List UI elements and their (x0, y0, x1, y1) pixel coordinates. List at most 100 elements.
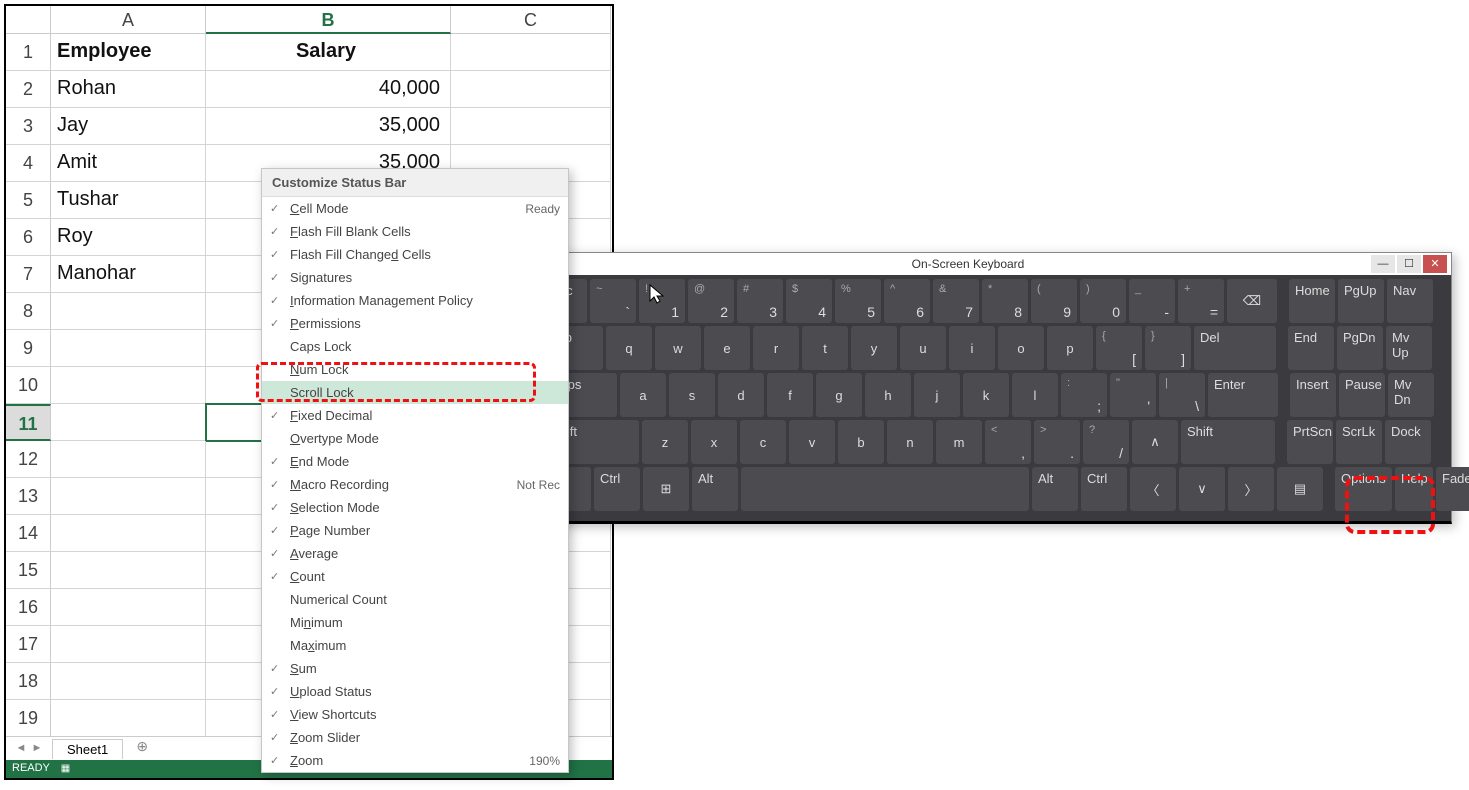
row-header[interactable]: 7 (6, 256, 51, 293)
cell-B2[interactable]: 40,000 (206, 71, 451, 108)
key-h[interactable]: h (865, 373, 911, 417)
key-4[interactable]: $4 (786, 279, 832, 323)
row-header[interactable]: 11 (6, 404, 51, 441)
key-s[interactable]: s (669, 373, 715, 417)
row-header[interactable]: 14 (6, 515, 51, 552)
row-header[interactable]: 8 (6, 293, 51, 330)
key-y[interactable]: y (851, 326, 897, 370)
cell-A2[interactable]: Rohan (51, 71, 206, 108)
menu-item-permissions[interactable]: ✓Permissions (262, 312, 568, 335)
row-header[interactable]: 15 (6, 552, 51, 589)
key-key[interactable]: 〈 (1130, 467, 1176, 511)
key-ctrl[interactable]: Ctrl (594, 467, 640, 511)
key-help[interactable]: Help (1395, 467, 1433, 511)
key-key[interactable]: ∧ (1132, 420, 1178, 464)
key-mvup[interactable]: Mv Up (1386, 326, 1432, 370)
cell-A9[interactable] (51, 330, 206, 367)
cell-A14[interactable] (51, 515, 206, 552)
row-header[interactable]: 2 (6, 71, 51, 108)
key-key[interactable]: ⊞ (643, 467, 689, 511)
key-scrlk[interactable]: ScrLk (1336, 420, 1382, 464)
key-fade[interactable]: Fade (1436, 467, 1469, 511)
key-key[interactable]: ?/ (1083, 420, 1129, 464)
key-p[interactable]: p (1047, 326, 1093, 370)
menu-item-signatures[interactable]: ✓Signatures (262, 266, 568, 289)
col-header-a[interactable]: A (51, 6, 206, 34)
key-6[interactable]: ^6 (884, 279, 930, 323)
key-m[interactable]: m (936, 420, 982, 464)
menu-item-count[interactable]: ✓Count (262, 565, 568, 588)
key-w[interactable]: w (655, 326, 701, 370)
menu-item-view-shortcuts[interactable]: ✓View Shortcuts (262, 703, 568, 726)
key-home[interactable]: Home (1289, 279, 1335, 323)
key-shift[interactable]: Shift (1181, 420, 1275, 464)
key-9[interactable]: (9 (1031, 279, 1077, 323)
key-t[interactable]: t (802, 326, 848, 370)
cell-C1[interactable] (451, 34, 611, 71)
cell-A19[interactable] (51, 700, 206, 737)
key-q[interactable]: q (606, 326, 652, 370)
key-end[interactable]: End (1288, 326, 1334, 370)
menu-item-minimum[interactable]: Minimum (262, 611, 568, 634)
cell-A12[interactable] (51, 441, 206, 478)
key-j[interactable]: j (914, 373, 960, 417)
row-header[interactable]: 3 (6, 108, 51, 145)
key-key[interactable]: ⌫ (1227, 279, 1277, 323)
row-header[interactable]: 6 (6, 219, 51, 256)
menu-item-cell-mode[interactable]: ✓Cell ModeReady (262, 197, 568, 220)
cell-A1[interactable]: Employee (51, 34, 206, 71)
key-key[interactable]: ∨ (1179, 467, 1225, 511)
key-prtscn[interactable]: PrtScn (1287, 420, 1333, 464)
cell-A8[interactable] (51, 293, 206, 330)
key-ctrl[interactable]: Ctrl (1081, 467, 1127, 511)
menu-item-maximum[interactable]: Maximum (262, 634, 568, 657)
row-header[interactable]: 9 (6, 330, 51, 367)
key-l[interactable]: l (1012, 373, 1058, 417)
key-alt[interactable]: Alt (1032, 467, 1078, 511)
menu-item-end-mode[interactable]: ✓End Mode (262, 450, 568, 473)
key-key[interactable]: += (1178, 279, 1224, 323)
row-header[interactable]: 13 (6, 478, 51, 515)
row-header[interactable]: 19 (6, 700, 51, 737)
key-del[interactable]: Del (1194, 326, 1276, 370)
menu-item-sum[interactable]: ✓Sum (262, 657, 568, 680)
key-options[interactable]: Options (1335, 467, 1392, 511)
key-0[interactable]: )0 (1080, 279, 1126, 323)
key-key[interactable]: >. (1034, 420, 1080, 464)
key-key[interactable]: "' (1110, 373, 1156, 417)
key-key[interactable]: _- (1129, 279, 1175, 323)
key-z[interactable]: z (642, 420, 688, 464)
cell-A5[interactable]: Tushar (51, 182, 206, 219)
menu-item-page-number[interactable]: ✓Page Number (262, 519, 568, 542)
cell-A16[interactable] (51, 589, 206, 626)
key-key[interactable]: |\ (1159, 373, 1205, 417)
macro-record-icon[interactable]: ▦ (61, 763, 70, 774)
menu-item-num-lock[interactable]: Num Lock (262, 358, 568, 381)
key-n[interactable]: n (887, 420, 933, 464)
menu-item-selection-mode[interactable]: ✓Selection Mode (262, 496, 568, 519)
cell-A10[interactable] (51, 367, 206, 404)
key-a[interactable]: a (620, 373, 666, 417)
key-7[interactable]: &7 (933, 279, 979, 323)
key-k[interactable]: k (963, 373, 1009, 417)
menu-item-flash-fill-changed-cells[interactable]: ✓Flash Fill Changed Cells (262, 243, 568, 266)
key-2[interactable]: @2 (688, 279, 734, 323)
key-e[interactable]: e (704, 326, 750, 370)
key-dock[interactable]: Dock (1385, 420, 1431, 464)
row-header[interactable]: 5 (6, 182, 51, 219)
key-3[interactable]: #3 (737, 279, 783, 323)
sheet-tab[interactable]: Sheet1 (52, 739, 123, 759)
cell-A15[interactable] (51, 552, 206, 589)
menu-item-macro-recording[interactable]: ✓Macro RecordingNot Rec (262, 473, 568, 496)
close-button[interactable]: ✕ (1423, 255, 1447, 273)
key-key[interactable]: ~` (590, 279, 636, 323)
row-header[interactable]: 1 (6, 34, 51, 71)
cell-A11[interactable] (51, 404, 206, 441)
key-pause[interactable]: Pause (1339, 373, 1385, 417)
key-5[interactable]: %5 (835, 279, 881, 323)
menu-item-upload-status[interactable]: ✓Upload Status (262, 680, 568, 703)
key-pgup[interactable]: PgUp (1338, 279, 1384, 323)
key-enter[interactable]: Enter (1208, 373, 1278, 417)
cell-A13[interactable] (51, 478, 206, 515)
key-mvdn[interactable]: Mv Dn (1388, 373, 1434, 417)
